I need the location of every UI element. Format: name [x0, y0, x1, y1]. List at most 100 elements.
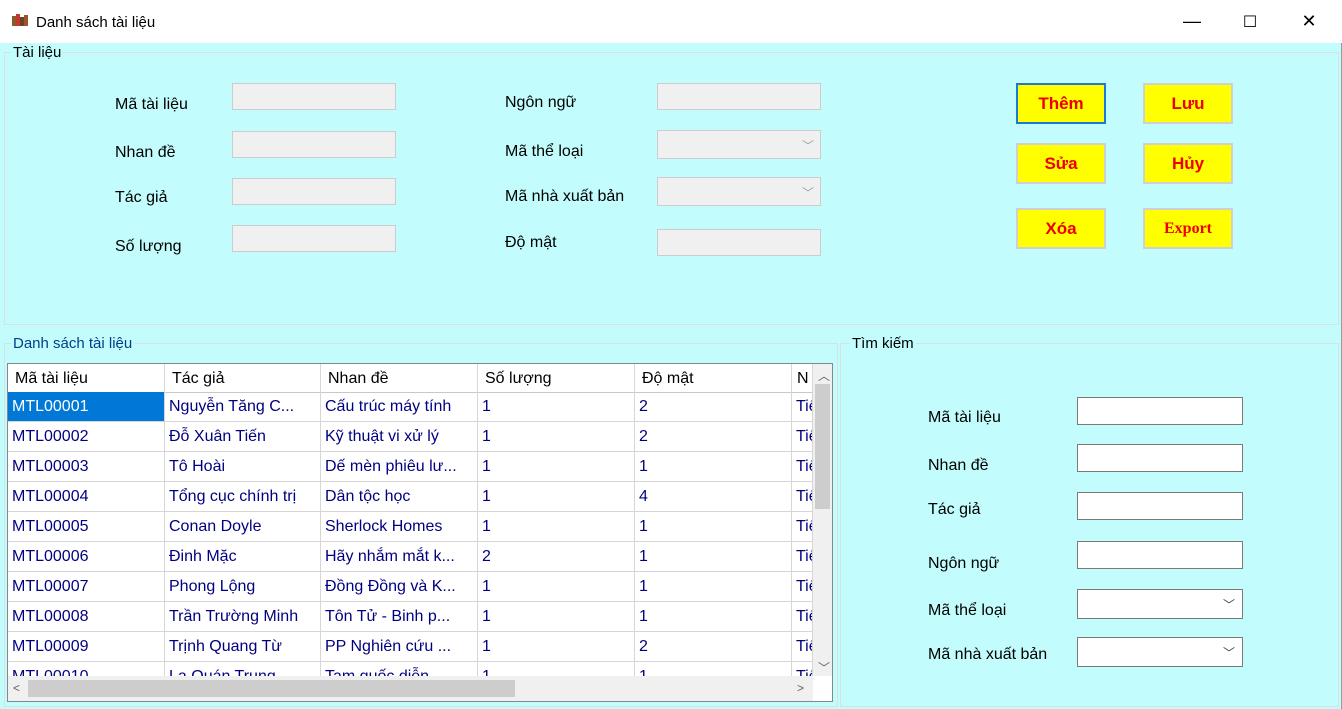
table-cell[interactable]: Tiế [792, 452, 813, 482]
table-cell[interactable]: 1 [478, 422, 635, 452]
maximize-button[interactable]: ☐ [1221, 0, 1279, 43]
table-cell[interactable]: PP Nghiên cứu ... [321, 632, 478, 662]
table-cell[interactable]: MTL00004 [8, 482, 165, 512]
table-row[interactable]: MTL00003 Tô Hoài Dế mèn phiêu lư... 1 1 … [8, 452, 813, 482]
document-id-field[interactable] [232, 83, 396, 110]
table-cell[interactable]: Tiế [792, 572, 813, 602]
table-cell[interactable]: MTL00001 [8, 392, 165, 422]
table-cell[interactable]: Cấu trúc máy tính [321, 392, 478, 422]
minimize-button[interactable]: — [1163, 0, 1221, 43]
table-cell[interactable]: 1 [478, 632, 635, 662]
column-header[interactable]: Mã tài liệu [8, 364, 165, 392]
table-cell[interactable]: 2 [478, 542, 635, 572]
table-cell[interactable]: 1 [635, 572, 792, 602]
table-cell[interactable]: Tiế [792, 422, 813, 452]
table-cell[interactable]: Nguyễn Tăng C... [165, 392, 321, 422]
table-cell[interactable]: MTL00007 [8, 572, 165, 602]
table-row[interactable]: MTL00008 Trần Trường Minh Tôn Tử - Binh … [8, 602, 813, 632]
column-header[interactable]: Số lượng [478, 364, 635, 392]
export-button[interactable]: Export [1143, 208, 1233, 249]
search-document-id-input[interactable] [1077, 397, 1243, 425]
search-title-input[interactable] [1077, 444, 1243, 472]
edit-button[interactable]: Sửa [1016, 143, 1106, 184]
table-cell[interactable]: Tiế [792, 482, 813, 512]
table-cell[interactable]: MTL00006 [8, 542, 165, 572]
vertical-scroll-thumb[interactable] [815, 384, 830, 509]
table-cell[interactable]: Đồng Đồng và K... [321, 572, 478, 602]
table-cell[interactable]: 1 [478, 602, 635, 632]
search-author-input[interactable] [1077, 492, 1243, 520]
table-cell[interactable]: Tôn Tử - Binh p... [321, 602, 478, 632]
table-cell[interactable]: Tiế [792, 542, 813, 572]
vertical-scrollbar[interactable]: ︿ ﹀ [813, 364, 832, 676]
table-cell[interactable]: Tiế [792, 632, 813, 662]
table-cell[interactable]: 4 [635, 482, 792, 512]
horizontal-scrollbar[interactable]: < > [8, 676, 813, 701]
table-cell[interactable]: Đinh Mặc [165, 542, 321, 572]
table-cell[interactable]: MTL00002 [8, 422, 165, 452]
table-row[interactable]: MTL00004 Tổng cục chính trị Dân tộc học … [8, 482, 813, 512]
title-field[interactable] [232, 131, 396, 158]
search-publisher-select[interactable]: ﹀ [1077, 637, 1243, 667]
close-button[interactable]: ✕ [1280, 0, 1338, 43]
save-button[interactable]: Lưu [1143, 83, 1233, 124]
table-cell[interactable]: 1 [635, 542, 792, 572]
table-row[interactable]: MTL00006 Đinh Mặc Hãy nhắm mắt k... 2 1 … [8, 542, 813, 572]
table-cell[interactable]: Conan Doyle [165, 512, 321, 542]
category-id-select[interactable]: ﹀ [657, 130, 821, 159]
add-button[interactable]: Thêm [1016, 83, 1106, 124]
documents-table[interactable]: Mã tài liệu Tác giả Nhan đề Số lượng Độ … [7, 363, 833, 702]
table-cell[interactable]: Dân tộc học [321, 482, 478, 512]
table-cell[interactable]: Dế mèn phiêu lư... [321, 452, 478, 482]
table-cell[interactable]: Trần Trường Minh [165, 602, 321, 632]
table-cell[interactable]: 2 [635, 632, 792, 662]
table-cell[interactable]: 1 [478, 392, 635, 422]
table-cell[interactable]: 1 [635, 452, 792, 482]
security-level-field[interactable] [657, 229, 821, 256]
scroll-right-icon[interactable]: > [797, 681, 804, 695]
table-cell[interactable]: Sherlock Homes [321, 512, 478, 542]
column-header[interactable]: N [792, 364, 813, 392]
delete-button[interactable]: Xóa [1016, 208, 1106, 249]
table-cell[interactable]: Tiế [792, 392, 813, 422]
table-row[interactable]: MTL00001 Nguyễn Tăng C... Cấu trúc máy t… [8, 392, 813, 422]
scroll-down-icon[interactable]: ﹀ [818, 659, 830, 676]
table-cell[interactable]: Tổng cục chính trị [165, 482, 321, 512]
author-field[interactable] [232, 178, 396, 205]
table-row[interactable]: MTL00002 Đỗ Xuân Tiến Kỹ thuật vi xử lý … [8, 422, 813, 452]
cancel-button[interactable]: Hủy [1143, 143, 1233, 184]
language-field[interactable] [657, 83, 821, 110]
table-cell[interactable]: MTL00009 [8, 632, 165, 662]
table-cell[interactable]: Tiế [792, 602, 813, 632]
table-cell[interactable]: 1 [635, 512, 792, 542]
table-cell[interactable]: Đỗ Xuân Tiến [165, 422, 321, 452]
table-cell[interactable]: 1 [478, 452, 635, 482]
scroll-left-icon[interactable]: < [13, 681, 20, 695]
quantity-field[interactable] [232, 225, 396, 252]
table-row[interactable]: MTL00005 Conan Doyle Sherlock Homes 1 1 … [8, 512, 813, 542]
table-row[interactable]: MTL00009 Trịnh Quang Từ PP Nghiên cứu ..… [8, 632, 813, 662]
table-cell[interactable]: 1 [478, 512, 635, 542]
table-cell[interactable]: 2 [635, 422, 792, 452]
table-cell[interactable]: MTL00008 [8, 602, 165, 632]
horizontal-scroll-thumb[interactable] [28, 680, 515, 697]
table-cell[interactable]: 1 [635, 602, 792, 632]
table-cell[interactable]: Hãy nhắm mắt k... [321, 542, 478, 572]
table-cell[interactable]: 2 [635, 392, 792, 422]
column-header[interactable]: Tác giả [165, 364, 321, 392]
table-cell[interactable]: 1 [478, 482, 635, 512]
table-cell[interactable]: Kỹ thuật vi xử lý [321, 422, 478, 452]
table-cell[interactable]: MTL00005 [8, 512, 165, 542]
column-header[interactable]: Nhan đề [321, 364, 478, 392]
table-cell[interactable]: MTL00003 [8, 452, 165, 482]
search-category-select[interactable]: ﹀ [1077, 589, 1243, 619]
table-row[interactable]: MTL00007 Phong Lộng Đồng Đồng và K... 1 … [8, 572, 813, 602]
table-cell[interactable]: 1 [478, 572, 635, 602]
table-cell[interactable]: Tiế [792, 512, 813, 542]
scroll-up-icon[interactable]: ︿ [818, 367, 830, 384]
table-cell[interactable]: Phong Lộng [165, 572, 321, 602]
table-cell[interactable]: Tô Hoài [165, 452, 321, 482]
search-language-input[interactable] [1077, 541, 1243, 569]
table-cell[interactable]: Trịnh Quang Từ [165, 632, 321, 662]
publisher-id-select[interactable]: ﹀ [657, 177, 821, 206]
